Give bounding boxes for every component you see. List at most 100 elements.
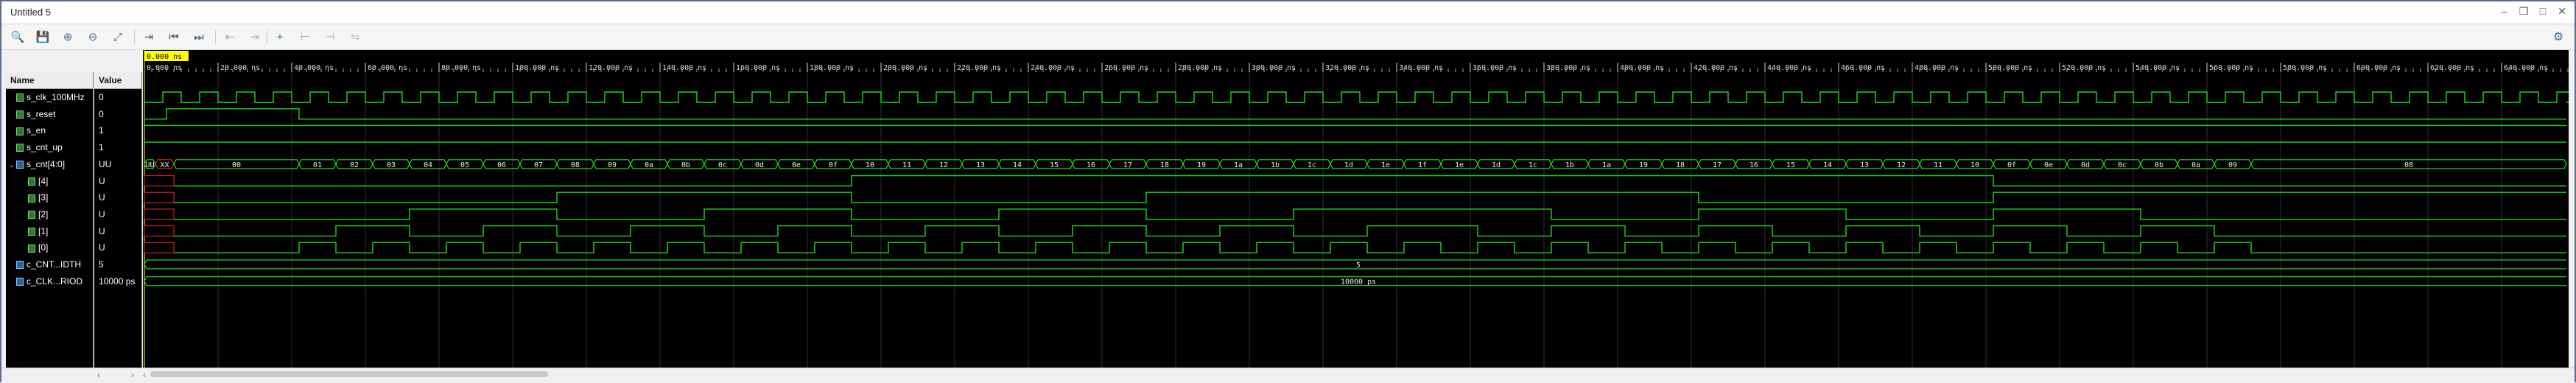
bus-value-label: 0d xyxy=(755,161,764,169)
signal-name: [4] xyxy=(38,175,49,186)
next-marker-icon[interactable]: ⊣ xyxy=(321,28,339,46)
timeline-tick-label: 220.000 ns xyxy=(957,64,1001,72)
bus-value-label: 1b xyxy=(1565,161,1574,169)
count-bit-waveform xyxy=(174,175,2566,187)
bus-value-label: 08 xyxy=(2404,161,2413,169)
search-icon[interactable]: 🔍 xyxy=(9,28,27,46)
bus-value-label: 18 xyxy=(1160,161,1169,169)
save-icon[interactable]: 💾 xyxy=(34,28,52,46)
count-bit-waveform xyxy=(174,242,2566,253)
signal-row-1[interactable]: s_reset xyxy=(6,106,93,122)
signal-value: 0 xyxy=(99,108,104,119)
signal-row-0[interactable]: s_clk_100MHz xyxy=(6,89,93,105)
bus-value-label: 18 xyxy=(1676,161,1685,169)
horizontal-scrollbar-thumb[interactable] xyxy=(150,371,548,377)
bit-signal-icon xyxy=(16,144,24,152)
signal-row-5[interactable]: [4] xyxy=(6,173,93,189)
waveform-canvas[interactable]: 0.000 ns 20.000 ns 40.000 ns 60.000 ns 80.00… xyxy=(143,50,2576,368)
scroll-left-icon[interactable]: ‹ xyxy=(97,370,100,380)
bus-value-label: 11 xyxy=(902,161,911,169)
bus-value-label: 0c xyxy=(2118,161,2127,169)
timeline-tick-label: 400.000 ns xyxy=(1620,64,1664,72)
timeline-tick-label: 320.000 ns xyxy=(1325,64,1369,72)
signal-name: s_clk_100MHz xyxy=(27,92,85,102)
zoom-in-icon[interactable]: ⊕ xyxy=(59,28,77,46)
go-to-cursor-icon[interactable]: ⇥ xyxy=(140,28,158,46)
signal-row-9[interactable]: [0] xyxy=(6,239,93,256)
signal-value: 1 xyxy=(99,142,104,153)
gear-icon[interactable]: ⚙ xyxy=(2549,28,2567,46)
timeline-tick-label: 200.000 ns xyxy=(883,64,927,72)
minimize-icon[interactable]: – xyxy=(2498,4,2511,18)
bus-value-label: 17 xyxy=(1123,161,1132,169)
zoom-fit-icon[interactable]: ⤢ xyxy=(109,28,127,46)
undefined-bit-region xyxy=(144,242,175,253)
bus-value-label: 0f xyxy=(2007,161,2016,169)
signal-value: 5 xyxy=(99,259,104,270)
previous-transition-icon[interactable]: ⇤ xyxy=(221,28,239,46)
signal-value: U xyxy=(99,175,105,186)
bus-signal-icon xyxy=(16,261,24,270)
signal-name: [0] xyxy=(38,242,49,253)
signal-name: s_cnt_up xyxy=(27,142,63,153)
bus-value-label: 0a xyxy=(2191,161,2200,169)
constant-value-label: 10000 ps xyxy=(1341,278,1376,287)
bus-value-label: 1f xyxy=(1418,161,1427,169)
go-to-last-time-icon[interactable]: ⏭ xyxy=(190,28,208,46)
signal-row-6[interactable]: [3] xyxy=(6,189,93,205)
signal-row-10[interactable]: c_CNT...IDTH xyxy=(6,256,93,273)
toolbar-separator xyxy=(215,29,216,44)
signal-row-4[interactable]: ⌄ s_cnt[4:0] xyxy=(6,156,93,172)
wave-scroll-left-icon[interactable]: ‹ xyxy=(143,370,146,380)
bus-value-label: 15 xyxy=(1050,161,1059,169)
bus-value-label: 15 xyxy=(1786,161,1795,169)
add-marker-icon[interactable]: + xyxy=(271,28,289,46)
undefined-bit-region xyxy=(144,208,175,220)
timeline-tick-label: 380.000 ns xyxy=(1546,64,1590,72)
timeline-tick-label: 120.000 ns xyxy=(589,64,633,72)
timeline-tick-label: 460.000 ns xyxy=(1841,64,1885,72)
signal-row-7[interactable]: [2] xyxy=(6,206,93,222)
signal-value: 10000 ps xyxy=(99,275,136,287)
zoom-out-icon[interactable]: ⊖ xyxy=(84,28,102,46)
bus-value-label: 00 xyxy=(232,161,241,169)
window-controls: – ❐ □ ✕ xyxy=(2498,4,2569,18)
bit-signal-icon xyxy=(16,127,24,136)
timeline-tick-label: 540.000 ns xyxy=(2135,64,2180,72)
signal-row-2[interactable]: s_en xyxy=(6,122,93,138)
bus-value-label: 13 xyxy=(976,161,985,169)
timeline-tick-label: 560.000 ns xyxy=(2209,64,2253,72)
signal-value-panel: Value 0 0 1 1 UU U U U U U 5 10000 ps xyxy=(94,72,142,368)
previous-marker-icon[interactable]: ⊢ xyxy=(296,28,314,46)
signal-value: UU xyxy=(99,158,112,169)
maximize-icon[interactable]: □ xyxy=(2536,4,2549,18)
bus-value-label: 04 xyxy=(424,161,432,169)
go-to-time-zero-icon[interactable]: ⏮ xyxy=(165,28,183,46)
timeline-tick-label: 20.000 ns xyxy=(220,64,260,72)
bus-value-label: XX xyxy=(160,161,169,169)
signal-row-11[interactable]: c_CLK...RIOD xyxy=(6,273,93,289)
timeline-tick-label: 100.000 ns xyxy=(515,64,559,72)
expand-toggle-icon[interactable]: ⌄ xyxy=(7,158,16,172)
undefined-bit-region xyxy=(144,175,175,187)
bus-value-label: 10 xyxy=(1970,161,1979,169)
next-transition-icon[interactable]: ⇥ xyxy=(246,28,264,46)
signal-row-8[interactable]: [1] xyxy=(6,223,93,239)
timeline-tick-label: 0.000 ns xyxy=(147,64,182,72)
waveform-toolbar: 🔍 💾 ⊕ ⊖ ⤢ ⇥ ⏮ ⏭ ⇤ ⇥ + ⊢ ⊣ ⇋ ⚙ xyxy=(1,24,2575,50)
bus-value-label: 1c xyxy=(1308,161,1316,169)
bus-value-label: 10 xyxy=(866,161,874,169)
bus-value-label: 14 xyxy=(1823,161,1832,169)
bus-value-label: 11 xyxy=(1934,161,1942,169)
bus-value-label: 1a xyxy=(1234,161,1243,169)
signal-row-3[interactable]: s_cnt_up xyxy=(6,139,93,155)
swap-cursors-icon[interactable]: ⇋ xyxy=(346,28,364,46)
bit-signal-icon xyxy=(28,211,35,219)
close-icon[interactable]: ✕ xyxy=(2555,4,2569,18)
bit-signal-icon xyxy=(28,194,35,203)
timeline-tick-label: 160.000 ns xyxy=(736,64,780,72)
signal-value: U xyxy=(99,225,105,236)
restore-icon[interactable]: ❐ xyxy=(2517,4,2530,18)
scroll-right-icon[interactable]: › xyxy=(131,370,134,380)
timeline-tick-label: 300.000 ns xyxy=(1252,64,1296,72)
